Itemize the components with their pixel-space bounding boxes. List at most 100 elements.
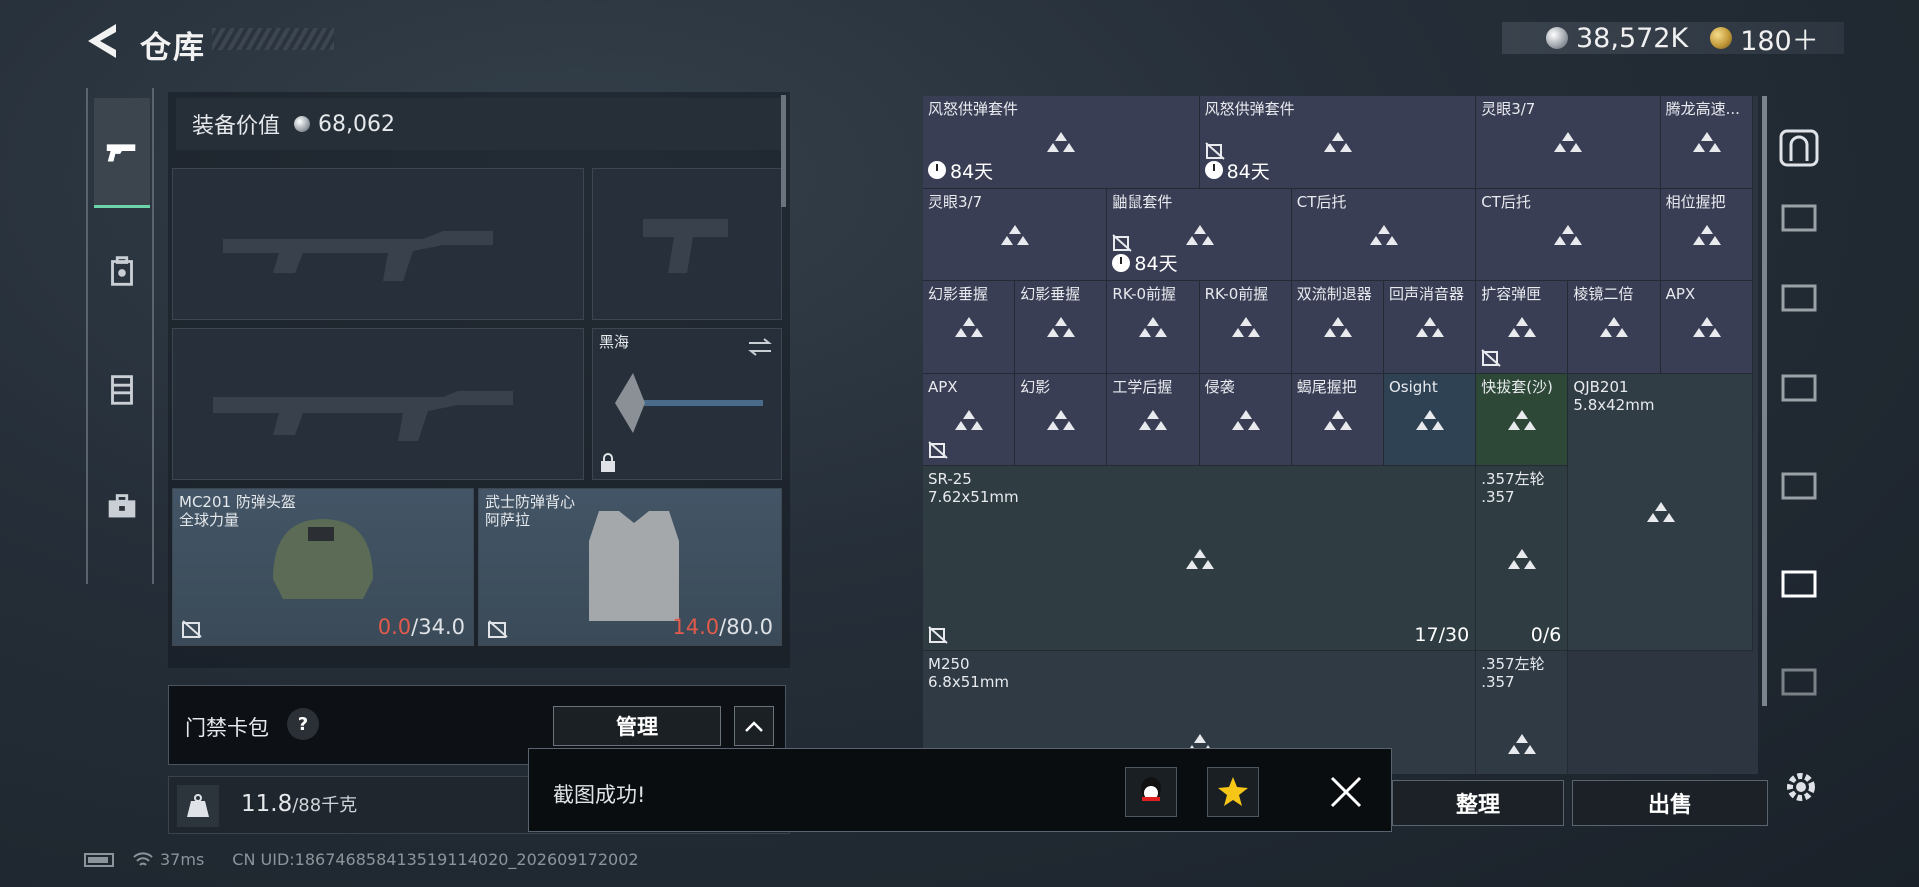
share-qq-button[interactable] — [1125, 767, 1177, 817]
tab-stash-3[interactable] — [1772, 272, 1826, 322]
expand-button[interactable] — [734, 706, 774, 746]
stash-item[interactable]: 工学后握 — [1107, 373, 1200, 466]
item-name: 幻影垂握 — [1020, 285, 1081, 303]
rarity-icon — [1185, 224, 1214, 245]
equipment-value-label: 装备价值 — [192, 114, 281, 139]
stash-item[interactable]: RK-0前握 — [1199, 281, 1292, 374]
melee-slot[interactable]: 黑海 — [592, 328, 782, 480]
tab-stash-6-active[interactable] — [1772, 558, 1826, 608]
storage-icon — [1781, 472, 1817, 500]
stash-item[interactable]: 灵眼3/7 — [923, 188, 1108, 281]
item-name: M250 6.8x51mm — [928, 655, 1010, 691]
item-name: 蝎尾握把 — [1296, 377, 1357, 396]
pistol-silhouette-icon — [643, 219, 728, 273]
helmet-slot[interactable]: MC201 防弹头盔 全球力量 0.0/34.0 — [172, 488, 474, 646]
gear-icon[interactable] — [1780, 766, 1822, 808]
stash-item[interactable]: QJB201 5.8x42mm — [1568, 373, 1753, 651]
sell-button[interactable]: 出售 — [1572, 780, 1768, 826]
tab-stash-7[interactable] — [1772, 656, 1826, 706]
rarity-icon — [1323, 132, 1352, 153]
clock-icon — [1204, 161, 1223, 179]
stash-item[interactable]: 回声消音器 — [1384, 281, 1477, 374]
rarity-icon — [1508, 317, 1537, 338]
nav-items[interactable] — [94, 452, 150, 562]
no-trade-icon — [488, 620, 508, 638]
rarity-icon — [955, 317, 984, 338]
chevron-up-icon — [745, 721, 763, 732]
stash-item[interactable]: 鼬鼠套件 84天 — [1107, 188, 1292, 281]
stash-item[interactable]: 蝎尾握把 — [1291, 373, 1384, 466]
stash-item[interactable]: RK-0前握 — [1107, 281, 1200, 374]
item-name: SR-25 7.62x51mm — [928, 470, 1019, 506]
rarity-icon — [1047, 132, 1076, 153]
secondary-weapon-slot[interactable] — [172, 328, 584, 480]
nav-containers[interactable] — [94, 334, 150, 444]
stash-item[interactable]: .357左轮 .357 0/6 — [1476, 466, 1569, 651]
stash-item[interactable]: 幻影垂握 — [1015, 281, 1108, 374]
share-qzone-button[interactable] — [1207, 767, 1259, 817]
safe-icon — [1779, 129, 1819, 167]
top-bar: 仓库 38,572K 180＋ — [0, 0, 1919, 80]
item-name: RK-0前握 — [1112, 285, 1177, 303]
back-arrow-icon[interactable] — [86, 22, 118, 60]
stash-item[interactable]: 幻影 — [1015, 373, 1108, 466]
stash-item[interactable]: CT后托 — [1291, 188, 1477, 281]
weight-icon — [177, 785, 219, 827]
rarity-icon — [1508, 548, 1537, 569]
stash-item[interactable]: 风怒供弹套件 84天 — [1199, 96, 1477, 189]
screenshot-toast: 截图成功! — [528, 748, 1392, 832]
rarity-icon — [1416, 409, 1445, 430]
item-name: APX — [1665, 285, 1696, 303]
primary-weapon-slot[interactable] — [172, 168, 584, 320]
rarity-icon — [1323, 317, 1352, 338]
item-name: 风怒供弹套件 — [1204, 100, 1295, 118]
stash-item[interactable]: 棱镜二倍 — [1568, 281, 1661, 374]
sort-button[interactable]: 整理 — [1392, 780, 1564, 826]
timer-text: 84天 — [950, 160, 994, 183]
item-name: 灵眼3/7 — [1481, 100, 1536, 118]
nav-weapons[interactable] — [94, 98, 150, 208]
armor-slot[interactable]: 武士防弹背心 阿萨拉 14.0/80.0 — [478, 488, 782, 646]
tab-safe[interactable] — [1772, 122, 1826, 172]
toolbox-icon — [108, 494, 136, 518]
tab-stash-5[interactable] — [1772, 460, 1826, 510]
no-trade-icon — [1204, 141, 1225, 160]
weight-max: /88千克 — [292, 795, 358, 816]
no-trade-icon — [928, 441, 948, 459]
pistol-slot[interactable] — [592, 168, 782, 320]
helmet-icon — [273, 519, 373, 599]
manage-button[interactable]: 管理 — [553, 706, 721, 746]
swap-icon[interactable] — [747, 337, 773, 357]
gold-amount[interactable]: 180＋ — [1740, 19, 1819, 58]
stash-item[interactable]: 风怒供弹套件 84天 — [923, 96, 1200, 189]
storage-icon — [1781, 374, 1817, 402]
rarity-icon — [1554, 132, 1583, 153]
stash-item[interactable]: 双流制退器 — [1291, 281, 1384, 374]
rarity-icon — [1692, 132, 1721, 153]
stash-item[interactable]: 相位握把 — [1660, 188, 1753, 281]
stash-item[interactable]: 灵眼3/7 — [1476, 96, 1661, 189]
stash-item[interactable]: SR-25 7.62x51mm 17/30 — [923, 466, 1477, 651]
tab-stash-4[interactable] — [1772, 362, 1826, 412]
stash-item[interactable]: APX — [923, 373, 1016, 466]
stash-item[interactable]: 侵袭 — [1199, 373, 1292, 466]
rarity-icon — [1646, 502, 1675, 523]
stash-item[interactable]: Osight — [1384, 373, 1477, 466]
rarity-icon — [1692, 224, 1721, 245]
nav-gear[interactable] — [94, 216, 150, 326]
stash-item[interactable]: 快拔套(沙) — [1476, 373, 1569, 466]
vest-armor-icon — [589, 511, 679, 621]
left-scrollbar[interactable] — [781, 95, 786, 207]
stash-item[interactable]: CT后托 — [1476, 188, 1661, 281]
stash-item[interactable]: .357左轮 .357 — [1476, 651, 1569, 774]
timer-text: 84天 — [1134, 253, 1178, 275]
tab-stash-2[interactable] — [1772, 192, 1826, 242]
stash-item[interactable]: 腾龙高速... — [1660, 96, 1753, 189]
stash-item[interactable]: 扩容弹匣 — [1476, 281, 1569, 374]
help-icon[interactable]: ? — [287, 708, 319, 740]
rarity-icon — [1047, 409, 1076, 430]
close-icon[interactable] — [1329, 775, 1363, 809]
stash-item[interactable]: 幻影垂握 — [923, 281, 1016, 374]
item-name: 侵袭 — [1204, 377, 1235, 396]
stash-item[interactable]: APX — [1660, 281, 1753, 374]
